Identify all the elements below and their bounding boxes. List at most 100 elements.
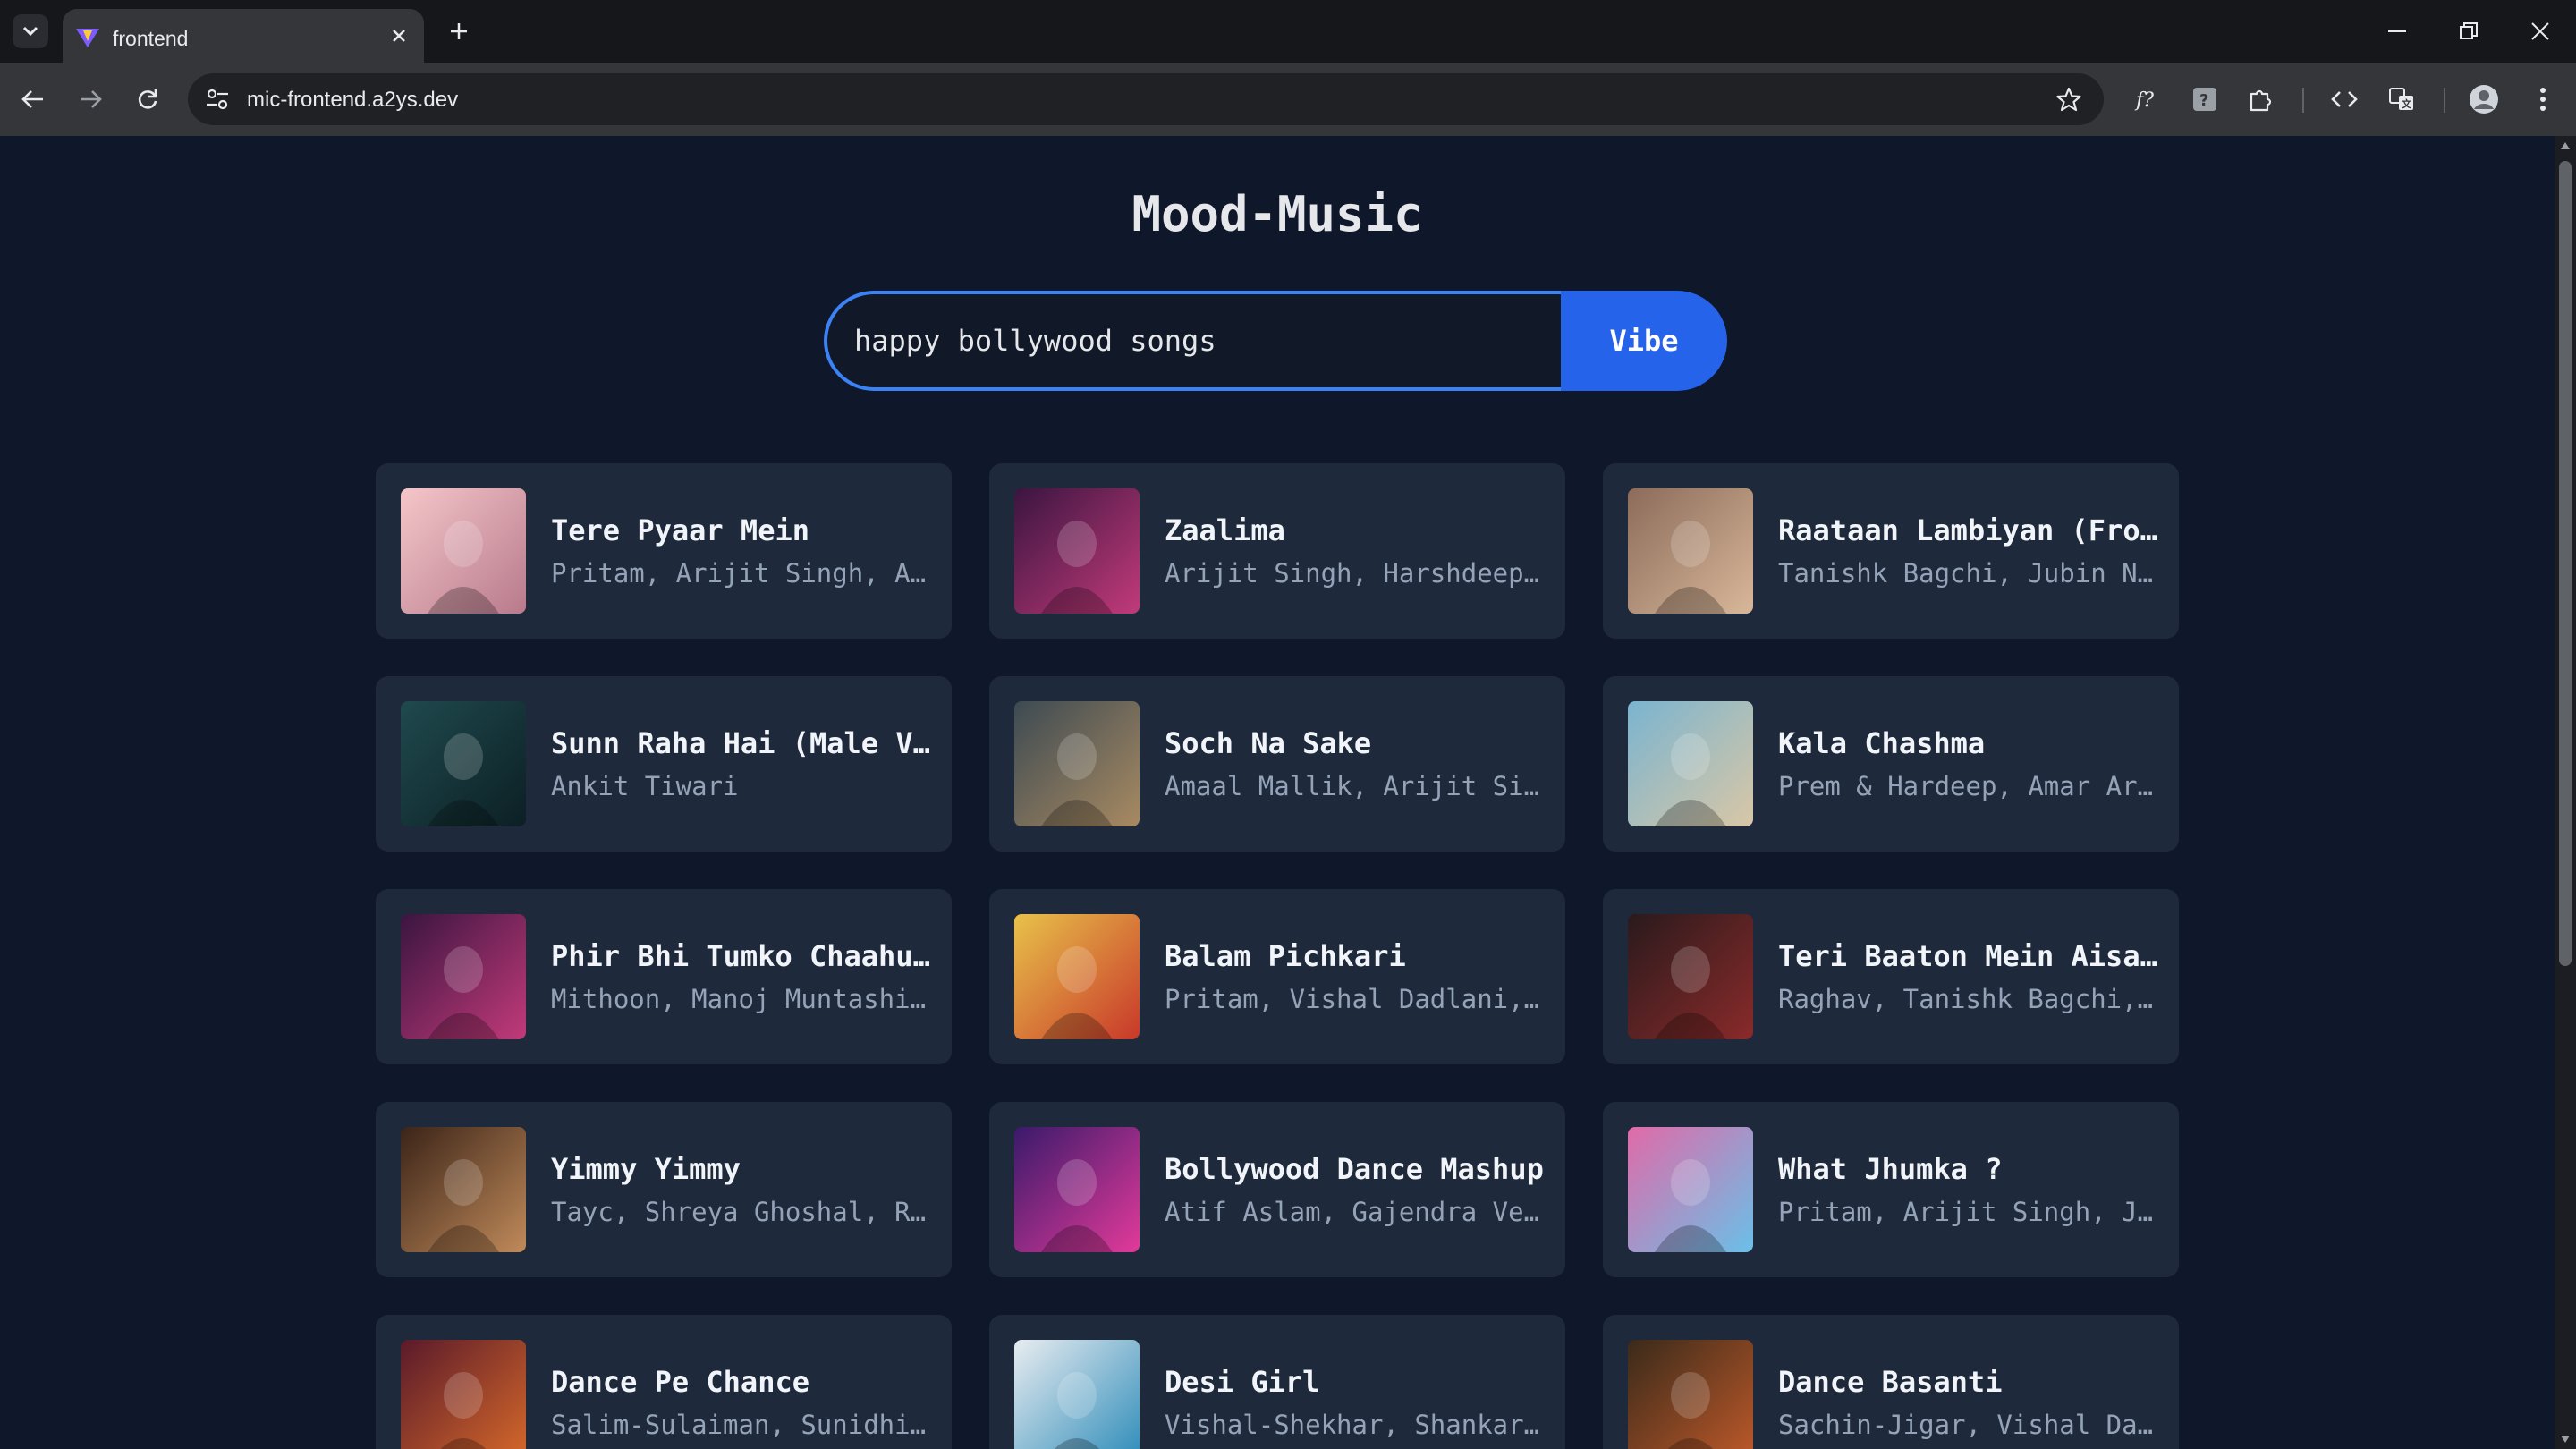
song-card[interactable]: Yimmy Yimmy Tayc, Shreya Ghoshal, Rajat N… xyxy=(376,1102,952,1277)
song-title: Yimmy Yimmy xyxy=(551,1152,741,1186)
song-card[interactable]: Kala Chashma Prem & Hardeep, Amar Arshi, … xyxy=(1603,676,2179,852)
song-artists: Tanishk Bagchi, Jubin Nautiyal, Asees Ka… xyxy=(1778,558,2157,589)
svg-text:f?: f? xyxy=(2134,89,2154,112)
album-cover xyxy=(401,488,526,614)
song-title: Desi Girl xyxy=(1165,1365,1320,1399)
extensions-button[interactable] xyxy=(2241,80,2279,118)
song-card[interactable]: Phir Bhi Tumko Chaahunga Mithoon, Manoj M… xyxy=(376,889,952,1064)
tune-icon xyxy=(207,89,228,110)
song-artists: Vishal-Shekhar, Shankar Mahadevan xyxy=(1165,1410,1544,1440)
browser-tab-bar: frontend xyxy=(0,0,2576,63)
font-extension-button[interactable]: f? xyxy=(2129,80,2166,118)
mood-search-form: Vibe xyxy=(824,291,1727,391)
song-artists: Raghav, Tanishk Bagchi, Asees Kaur xyxy=(1778,984,2157,1014)
song-artists: Pritam, Arijit Singh, Amitabh Bhattachar… xyxy=(551,558,930,589)
album-cover xyxy=(1628,488,1753,614)
more-vertical-icon xyxy=(2540,88,2546,111)
toolbar-divider xyxy=(2444,88,2445,113)
new-tab-button[interactable] xyxy=(444,16,474,47)
page-scrollbar[interactable] xyxy=(2555,136,2576,1449)
song-artists: Salim-Sulaiman, Sunidhi Chauhan xyxy=(551,1410,930,1440)
song-artists: Ankit Tiwari xyxy=(551,771,739,801)
app-title: Mood-Music xyxy=(1131,186,1423,242)
song-title: Zaalima xyxy=(1165,513,1285,547)
song-artists: Pritam, Vishal Dadlani, Shalmali Kholgad… xyxy=(1165,984,1544,1014)
song-card[interactable]: Raataan Lambiyan (From "Shershaah") Tanis… xyxy=(1603,463,2179,639)
url-text[interactable]: mic-frontend.a2ys.dev xyxy=(247,88,458,113)
function-icon: f? xyxy=(2134,89,2154,112)
song-card[interactable]: Zaalima Arijit Singh, Harshdeep Kaur xyxy=(989,463,1565,639)
song-card[interactable]: Dance Basanti Sachin-Jigar, Vishal Dadlan… xyxy=(1603,1315,2179,1449)
album-cover xyxy=(1628,1340,1753,1449)
tab-search-button[interactable] xyxy=(13,14,48,48)
restore-button[interactable] xyxy=(2442,11,2496,52)
song-artists: Mithoon, Manoj Muntashir, Arijit Singh xyxy=(551,984,930,1014)
plus-icon xyxy=(451,23,467,39)
song-card[interactable]: What Jhumka ? Pritam, Arijit Singh, Jonit… xyxy=(1603,1102,2179,1277)
code-icon xyxy=(2331,91,2358,107)
star-icon xyxy=(2056,87,2081,112)
puzzle-icon xyxy=(2250,89,2272,112)
song-card[interactable]: Balam Pichkari Pritam, Vishal Dadlani, Sh… xyxy=(989,889,1565,1064)
song-card[interactable]: Soch Na Sake Amaal Mallik, Arijit Singh, … xyxy=(989,676,1565,852)
minimize-button[interactable] xyxy=(2370,11,2424,52)
song-title: Dance Pe Chance xyxy=(551,1365,809,1399)
address-bar[interactable]: mic-frontend.a2ys.dev xyxy=(188,73,2104,125)
song-card[interactable]: Teri Baaton Mein Aisa Uljha Jiya Raghav, … xyxy=(1603,889,2179,1064)
reload-button[interactable] xyxy=(129,80,166,118)
song-card[interactable]: Sunn Raha Hai (Male Version) Ankit Tiwari xyxy=(376,676,952,852)
song-card[interactable]: Bollywood Dance Mashup Atif Aslam, Gajend… xyxy=(989,1102,1565,1277)
reload-icon xyxy=(138,89,157,109)
translate-button[interactable]: 文 xyxy=(2383,80,2420,118)
tab-close-button[interactable] xyxy=(386,23,411,48)
album-cover xyxy=(1628,1127,1753,1252)
song-artists: Sachin-Jigar, Vishal Dadlani xyxy=(1778,1410,2157,1440)
song-title: Teri Baaton Mein Aisa Uljha Jiya xyxy=(1778,939,2157,973)
toolbar-divider xyxy=(2302,88,2304,113)
bookmark-button[interactable] xyxy=(2050,80,2088,118)
close-icon xyxy=(2531,22,2549,40)
vite-favicon-icon xyxy=(76,29,99,47)
browser-menu-button[interactable] xyxy=(2524,80,2562,118)
song-title: Soch Na Sake xyxy=(1165,726,1372,760)
song-card[interactable]: Tere Pyaar Mein Pritam, Arijit Singh, Ami… xyxy=(376,463,952,639)
song-card[interactable]: Desi Girl Vishal-Shekhar, Shankar Mahadev… xyxy=(989,1315,1565,1449)
devtools-button[interactable] xyxy=(2326,80,2363,118)
album-cover xyxy=(1014,1340,1140,1449)
song-title: Tere Pyaar Mein xyxy=(551,513,809,547)
album-cover xyxy=(1628,701,1753,826)
forward-button[interactable] xyxy=(72,80,109,118)
browser-tab[interactable]: frontend xyxy=(63,9,424,63)
close-icon xyxy=(393,30,405,42)
minimize-icon xyxy=(2388,30,2406,32)
chevron-down-icon xyxy=(22,26,38,37)
avatar-icon xyxy=(2470,85,2498,114)
back-button[interactable] xyxy=(14,80,52,118)
song-artists: Prem & Hardeep, Amar Arshi, Badshah xyxy=(1778,771,2157,801)
restore-icon xyxy=(2460,22,2478,39)
help-extension-button[interactable]: ? xyxy=(2186,80,2224,118)
mood-search-input[interactable] xyxy=(824,291,1563,391)
scroll-up-button[interactable] xyxy=(2559,140,2572,152)
album-cover xyxy=(401,1340,526,1449)
album-cover xyxy=(1014,701,1140,826)
song-artists: Pritam, Arijit Singh, Jonita Gandhi xyxy=(1778,1197,2157,1227)
album-cover xyxy=(1014,914,1140,1039)
close-window-button[interactable] xyxy=(2513,11,2567,52)
song-title: What Jhumka ? xyxy=(1778,1152,2003,1186)
triangle-up-icon xyxy=(2561,142,2570,149)
album-cover xyxy=(1014,488,1140,614)
song-title: Balam Pichkari xyxy=(1165,939,1406,973)
album-cover xyxy=(1628,914,1753,1039)
browser-toolbar: mic-frontend.a2ys.dev f? ? 文 xyxy=(0,63,2576,136)
song-card[interactable]: Dance Pe Chance Salim-Sulaiman, Sunidhi C… xyxy=(376,1315,952,1449)
scrollbar-thumb[interactable] xyxy=(2559,161,2572,966)
vibe-button[interactable]: Vibe xyxy=(1561,291,1727,391)
song-title: Kala Chashma xyxy=(1778,726,1986,760)
song-title: Raataan Lambiyan (From "Shershaah") xyxy=(1778,513,2157,547)
album-cover xyxy=(1014,1127,1140,1252)
profile-button[interactable] xyxy=(2465,80,2503,118)
scroll-down-button[interactable] xyxy=(2559,1433,2572,1445)
site-info-button[interactable] xyxy=(199,80,236,118)
question-icon: ? xyxy=(2193,88,2216,111)
